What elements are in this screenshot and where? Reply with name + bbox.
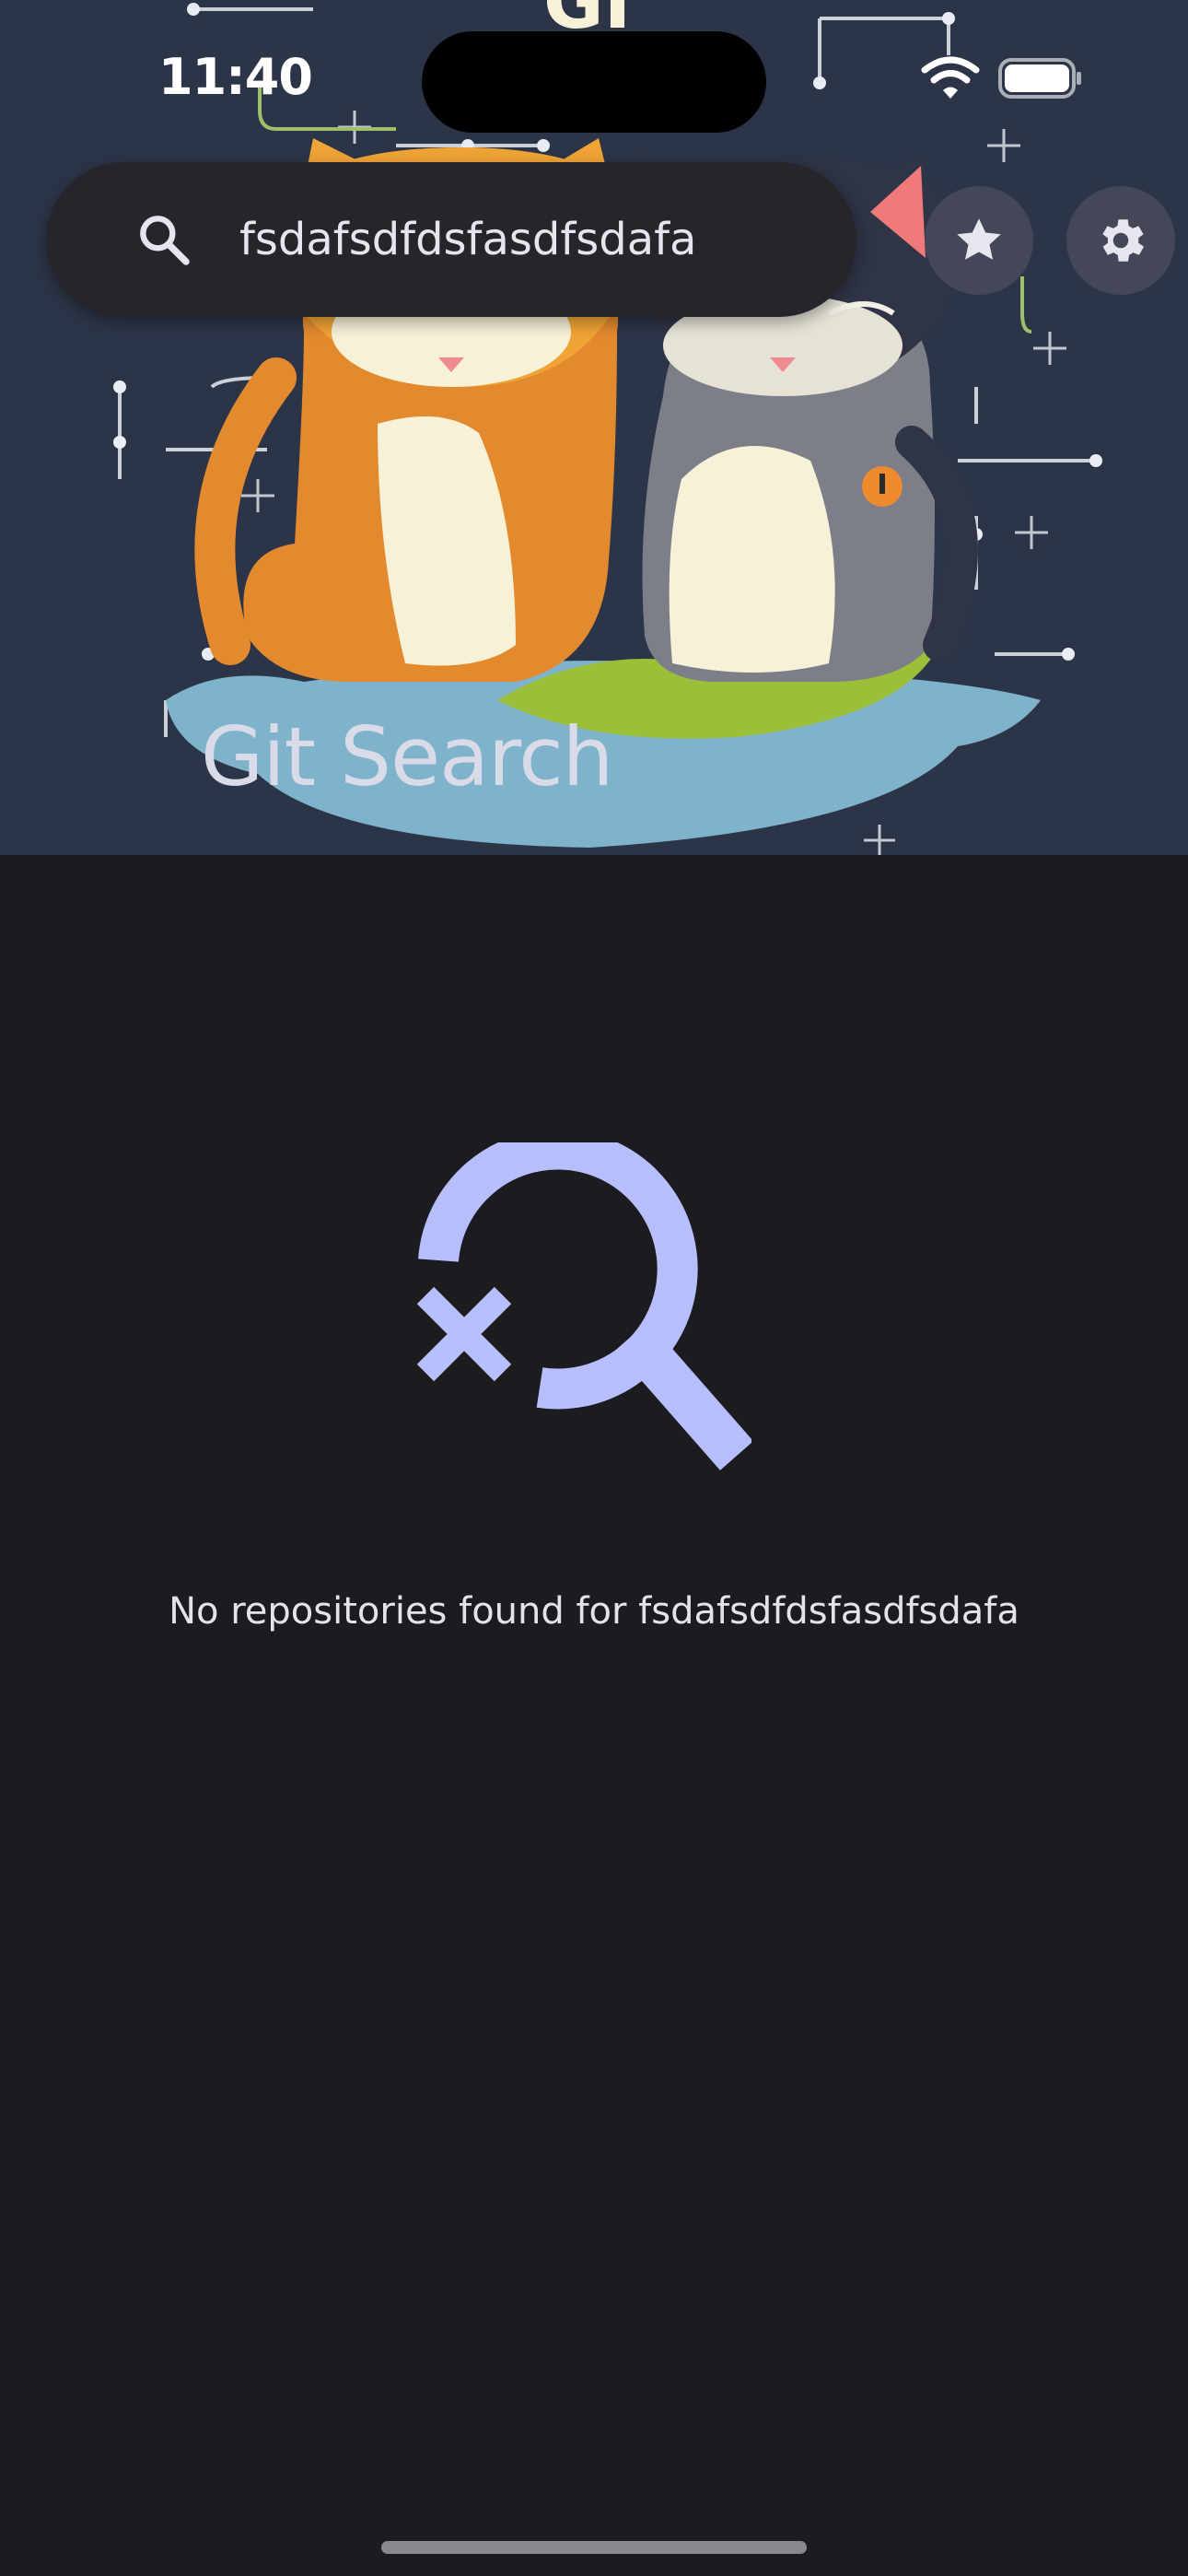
search-input[interactable] <box>239 203 829 276</box>
app-screen: GI Git Search 11:40 fsdafsdfdsfasdfsdafa… <box>0 0 1188 2576</box>
status-time: 11:40 <box>158 48 313 106</box>
search-bar[interactable] <box>46 162 856 317</box>
empty-state-message: No repositories found for fsdafsdfdsfasd… <box>169 1590 1019 1633</box>
settings-button[interactable] <box>1066 186 1175 295</box>
app-title: Git Search <box>201 709 613 804</box>
favorites-button[interactable] <box>925 186 1033 295</box>
home-indicator[interactable] <box>381 2541 807 2554</box>
battery-icon <box>998 58 1081 99</box>
star-icon <box>957 218 1001 260</box>
search-icon <box>140 216 190 265</box>
gear-icon <box>1102 219 1145 262</box>
dynamic-island <box>422 31 766 133</box>
search-off-icon <box>416 1142 751 1470</box>
wifi-icon <box>921 56 980 99</box>
